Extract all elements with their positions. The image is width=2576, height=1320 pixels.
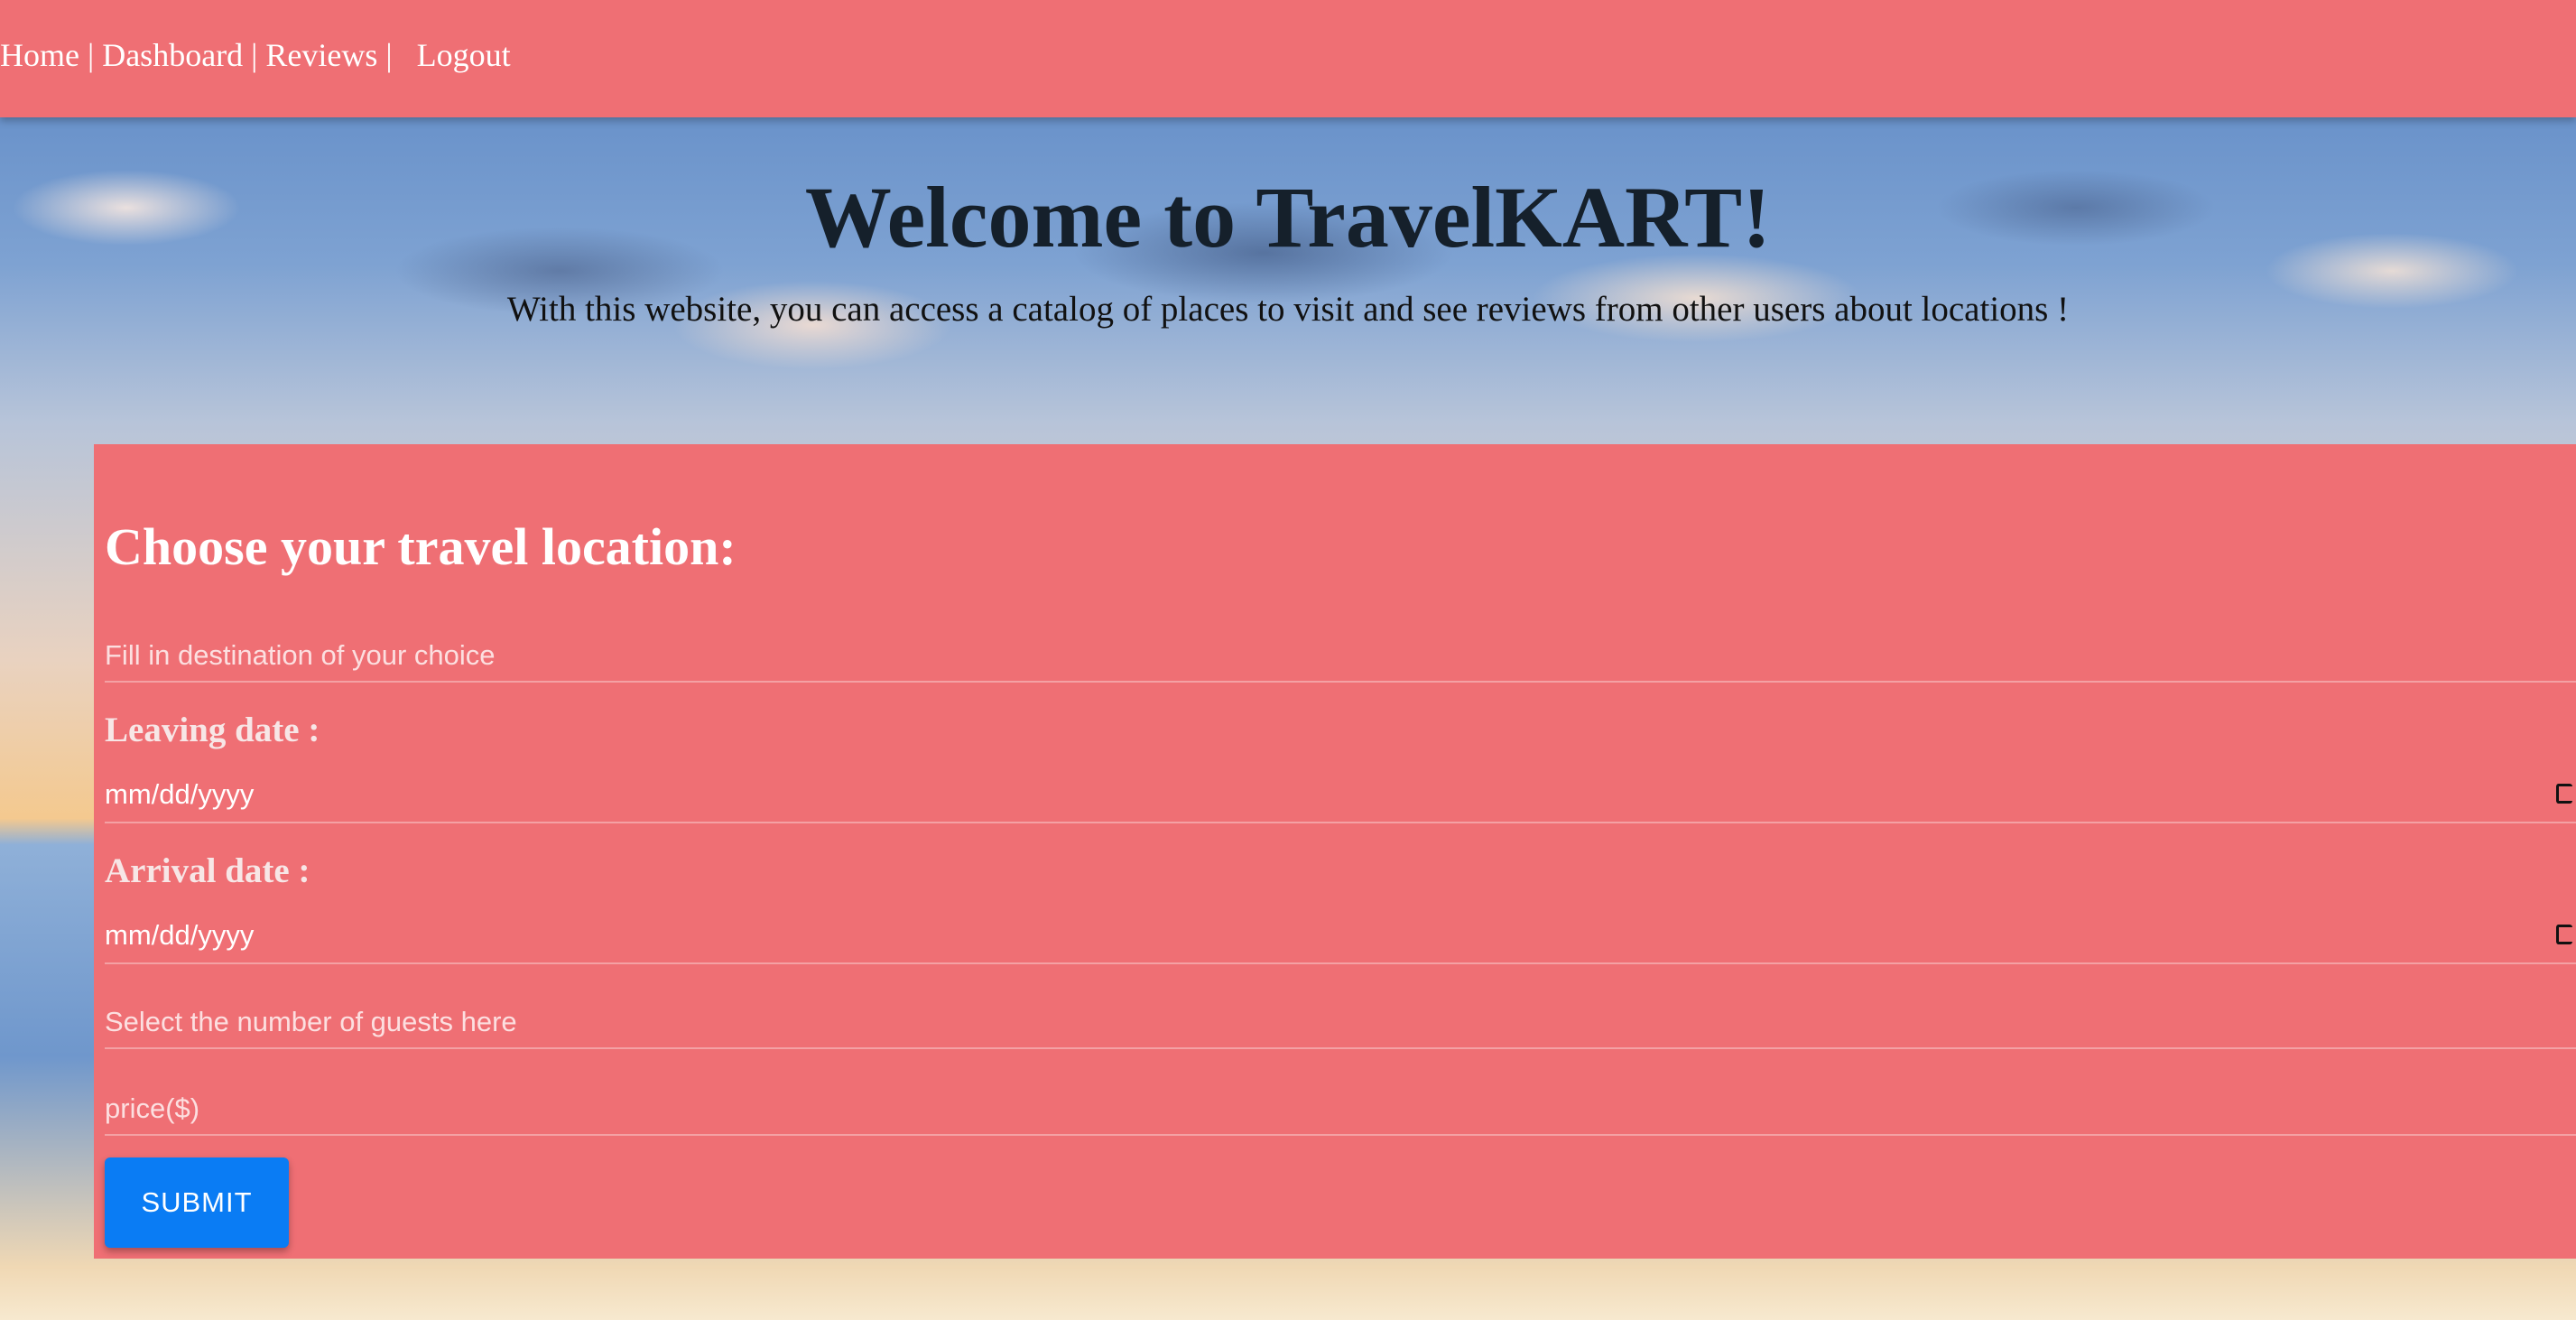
price-field (105, 1091, 2576, 1136)
hero-section: Welcome to TravelKART! With this website… (0, 117, 2576, 330)
leaving-date-label: Leaving date : (105, 711, 320, 749)
form-heading: Choose your travel location: (105, 517, 737, 576)
page-subtitle: With this website, you can access a cata… (506, 289, 2070, 329)
nav-link-home[interactable]: Home (0, 37, 79, 73)
destination-field (105, 637, 2576, 683)
arrival-date-label: Arrival date : (105, 851, 310, 890)
nav-separator: | (87, 37, 95, 73)
submit-button[interactable]: SUBMIT (105, 1157, 289, 1248)
nav-link-dashboard[interactable]: Dashboard (102, 37, 243, 73)
destination-input[interactable] (105, 637, 2542, 674)
leaving-date-field[interactable]: mm/dd/yyyy (105, 778, 2576, 823)
arrival-date-field[interactable]: mm/dd/yyyy (105, 919, 2576, 964)
calendar-icon[interactable] (2556, 925, 2572, 944)
nav-link-reviews[interactable]: Reviews (265, 37, 377, 73)
arrival-date-value: mm/dd/yyyy (105, 919, 255, 951)
nav-separator: | (251, 37, 258, 73)
nav-separator: | (385, 37, 393, 73)
travel-form: Choose your travel location: Leaving dat… (94, 444, 2576, 1259)
calendar-icon[interactable] (2556, 784, 2572, 804)
nav-links: Home | Dashboard | Reviews | Logout (0, 36, 511, 74)
price-input[interactable] (105, 1091, 2542, 1127)
top-navbar: Home | Dashboard | Reviews | Logout (0, 0, 2576, 117)
guests-input[interactable] (105, 1004, 2542, 1040)
leaving-date-value: mm/dd/yyyy (105, 778, 255, 810)
guests-field (105, 1004, 2576, 1049)
nav-link-logout[interactable]: Logout (417, 37, 511, 73)
page-title: Welcome to TravelKART! (804, 169, 1772, 265)
